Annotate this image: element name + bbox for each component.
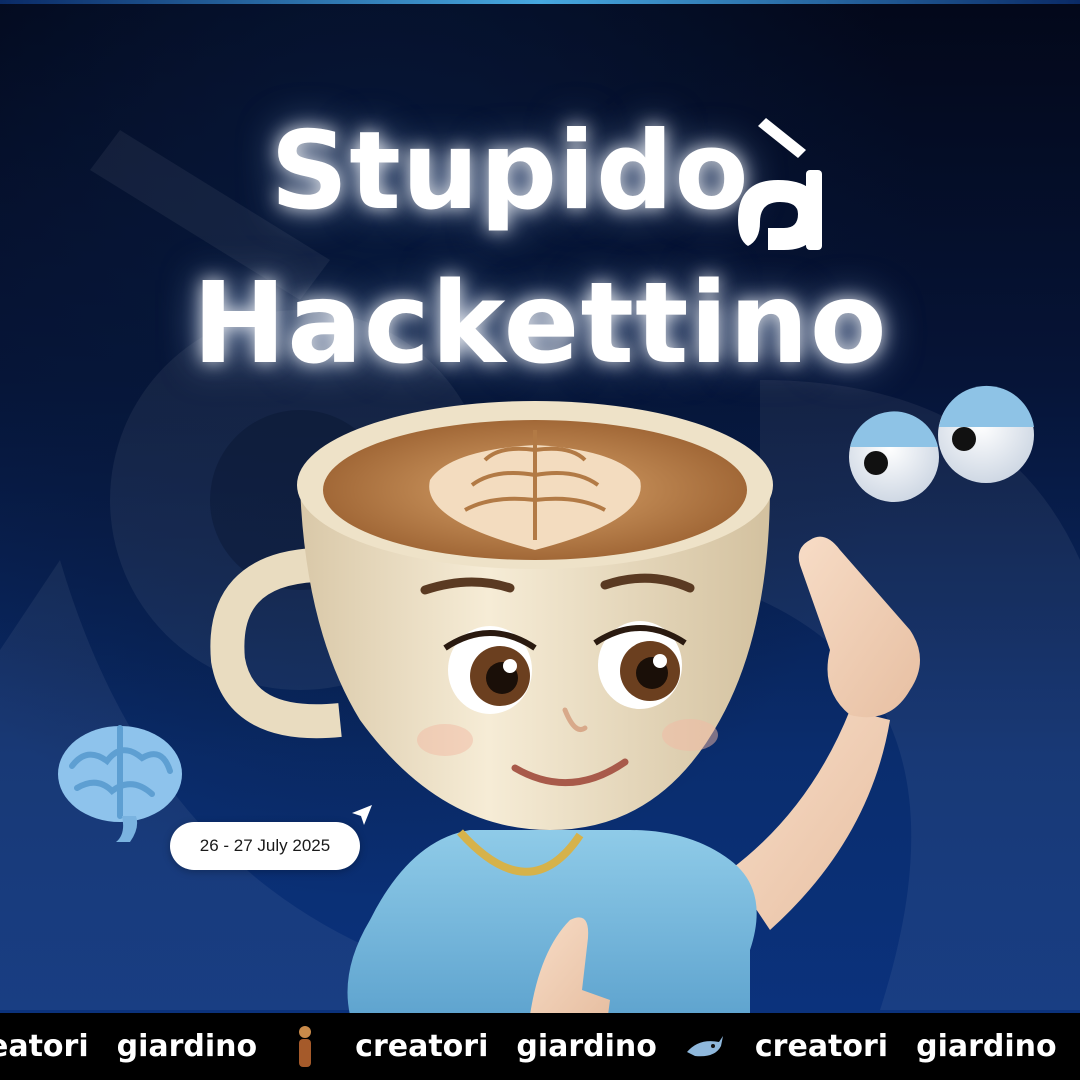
poster: Stupido Hackettino 26 - 27 July 2025 ato…: [0, 0, 1080, 1080]
ticker-item: giardino: [116, 1029, 258, 1064]
coffee-cup-character-illustration: [210, 401, 920, 1015]
shark-icon: [686, 1035, 723, 1056]
sponsor-ticker: eatori giardino creatori giardino creato…: [0, 1013, 1080, 1080]
ticker-item: creatori: [355, 1029, 489, 1064]
brain-icon: [58, 725, 182, 842]
title-line-2: Hackettino: [192, 259, 888, 389]
ticker-item: creatori: [754, 1029, 889, 1064]
ticker-item: giardino: [516, 1029, 657, 1064]
event-date-badge: 26 - 27 July 2025: [170, 822, 360, 870]
figure-icon: [299, 1025, 312, 1067]
title-line-1: Stupido: [270, 109, 750, 234]
ai-logo-glyph: [738, 118, 822, 250]
ticker-item: giardino: [916, 1029, 1057, 1064]
cursor-arrow-icon: [352, 805, 372, 825]
ticker-item: eatori: [0, 1029, 89, 1064]
